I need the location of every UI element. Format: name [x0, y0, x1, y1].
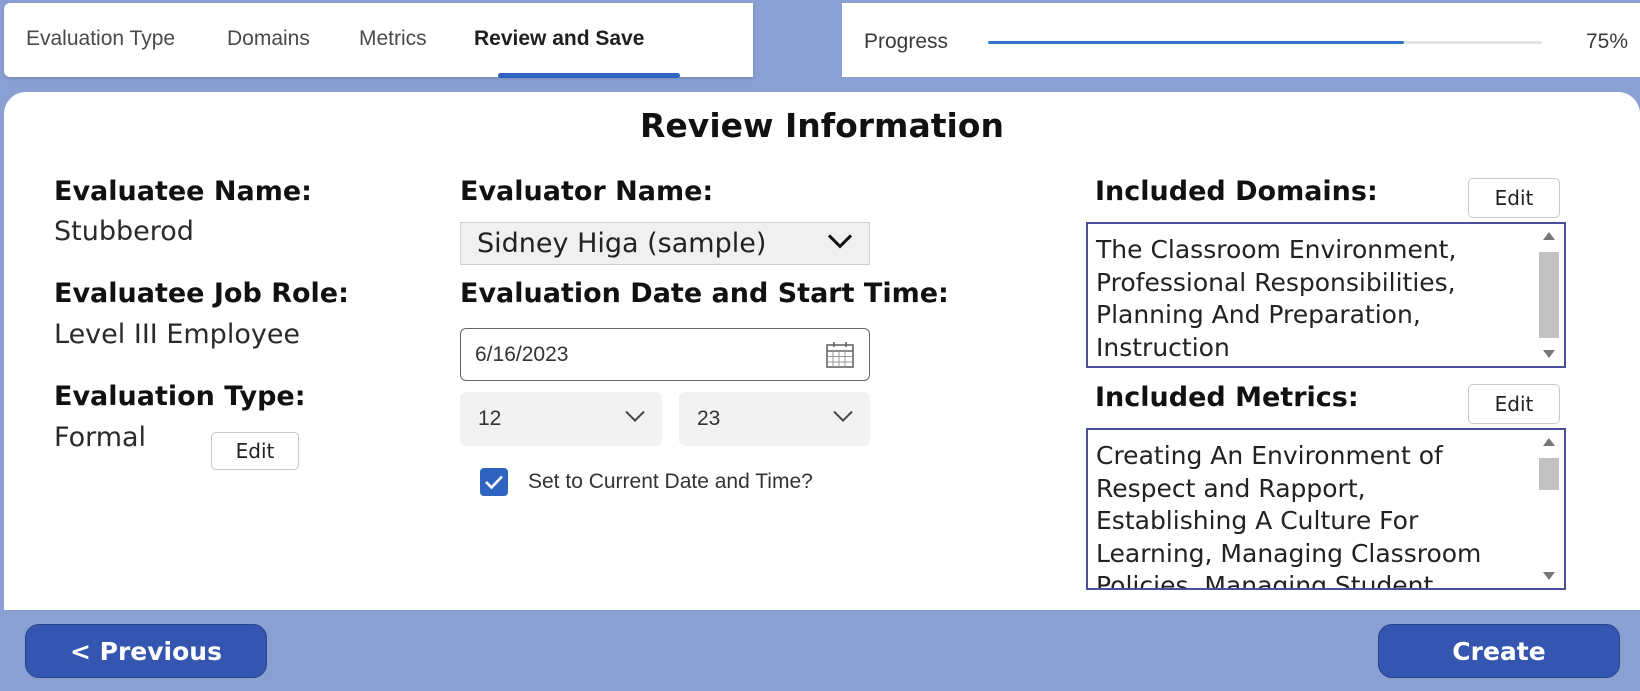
evaluatee-job-role-label: Evaluatee Job Role:	[54, 278, 349, 309]
evaluation-date-value: 6/16/2023	[475, 342, 569, 366]
calendar-icon[interactable]	[825, 341, 855, 375]
evaluator-name-label: Evaluator Name:	[460, 176, 714, 207]
metric-line: Learning, Managing Classroom	[1096, 538, 1482, 568]
hour-value: 12	[478, 407, 502, 430]
scroll-up-arrow-icon[interactable]	[1543, 232, 1555, 240]
domain-line: The Classroom Environment,	[1096, 235, 1457, 264]
review-card: Review Information Evaluatee Name: Stubb…	[4, 92, 1640, 610]
scroll-up-arrow-icon[interactable]	[1543, 438, 1555, 446]
evaluation-type-value: Formal	[54, 422, 147, 453]
included-domains-text: The Classroom Environment, Professional …	[1096, 234, 1530, 364]
scroll-thumb[interactable]	[1539, 458, 1559, 490]
create-button[interactable]: Create	[1378, 624, 1620, 678]
chevron-down-icon	[832, 405, 854, 429]
scroll-thumb[interactable]	[1539, 252, 1559, 338]
minute-value: 23	[697, 407, 721, 430]
domain-line: Planning And Preparation,	[1096, 300, 1421, 329]
metric-line: Respect and Rapport,	[1096, 473, 1366, 503]
tab-bar: Evaluation Type Domains Metrics Review a…	[4, 3, 753, 78]
evaluator-name-selected: Sidney Higa (sample)	[477, 228, 767, 259]
minute-dropdown[interactable]: 23	[679, 392, 870, 446]
edit-domains-button[interactable]: Edit	[1468, 178, 1560, 218]
tab-evaluation-type[interactable]: Evaluation Type	[26, 27, 175, 51]
domain-line: Professional Responsibilities,	[1096, 267, 1456, 297]
edit-metrics-button[interactable]: Edit	[1468, 384, 1560, 424]
chevron-down-icon	[624, 405, 646, 429]
set-current-date-label: Set to Current Date and Time?	[528, 470, 813, 493]
domain-line: Instruction	[1096, 332, 1230, 362]
metric-line: Establishing A Culture For	[1096, 506, 1419, 535]
scroll-down-arrow-icon[interactable]	[1543, 350, 1555, 358]
metric-line: Creating An Environment of	[1096, 441, 1443, 470]
included-metrics-textbox[interactable]: Creating An Environment of Respect and R…	[1086, 428, 1566, 590]
evaluation-date-picker[interactable]: 6/16/2023	[460, 328, 870, 381]
evaluation-date-label: Evaluation Date and Start Time:	[460, 278, 949, 309]
scroll-down-arrow-icon[interactable]	[1543, 572, 1555, 580]
evaluator-name-dropdown[interactable]: Sidney Higa (sample)	[460, 222, 870, 265]
chevron-down-icon	[827, 225, 853, 256]
active-tab-indicator	[498, 73, 680, 78]
previous-button[interactable]: < Previous	[25, 624, 267, 678]
evaluation-type-label: Evaluation Type:	[54, 381, 306, 412]
progress-label: Progress	[864, 30, 949, 53]
included-domains-textbox[interactable]: The Classroom Environment, Professional …	[1086, 222, 1566, 368]
metrics-scrollbar[interactable]	[1538, 436, 1560, 582]
progress-value: 75%	[1585, 30, 1628, 53]
included-metrics-text: Creating An Environment of Respect and R…	[1096, 440, 1530, 590]
metric-line: Policies, Managing Student	[1096, 571, 1434, 590]
checkmark-icon	[485, 475, 503, 490]
edit-evaluation-type-button[interactable]: Edit	[211, 432, 299, 470]
evaluatee-job-role-value: Level III Employee	[54, 319, 301, 350]
progress-bar	[988, 41, 1542, 44]
progress-bar-fill	[988, 41, 1404, 44]
hour-dropdown[interactable]: 12	[460, 392, 662, 446]
included-metrics-label: Included Metrics:	[1095, 382, 1359, 413]
set-current-date-checkbox[interactable]	[480, 468, 508, 496]
tab-metrics[interactable]: Metrics	[359, 27, 427, 51]
included-domains-label: Included Domains:	[1095, 176, 1378, 207]
evaluatee-name-label: Evaluatee Name:	[54, 176, 312, 207]
domains-scrollbar[interactable]	[1538, 230, 1560, 360]
page-title: Review Information	[640, 106, 1004, 145]
progress-panel: Progress 75%	[842, 3, 1640, 77]
tab-review-and-save[interactable]: Review and Save	[474, 27, 644, 51]
evaluatee-name-value: Stubberod	[54, 216, 194, 247]
tab-domains[interactable]: Domains	[227, 27, 310, 51]
